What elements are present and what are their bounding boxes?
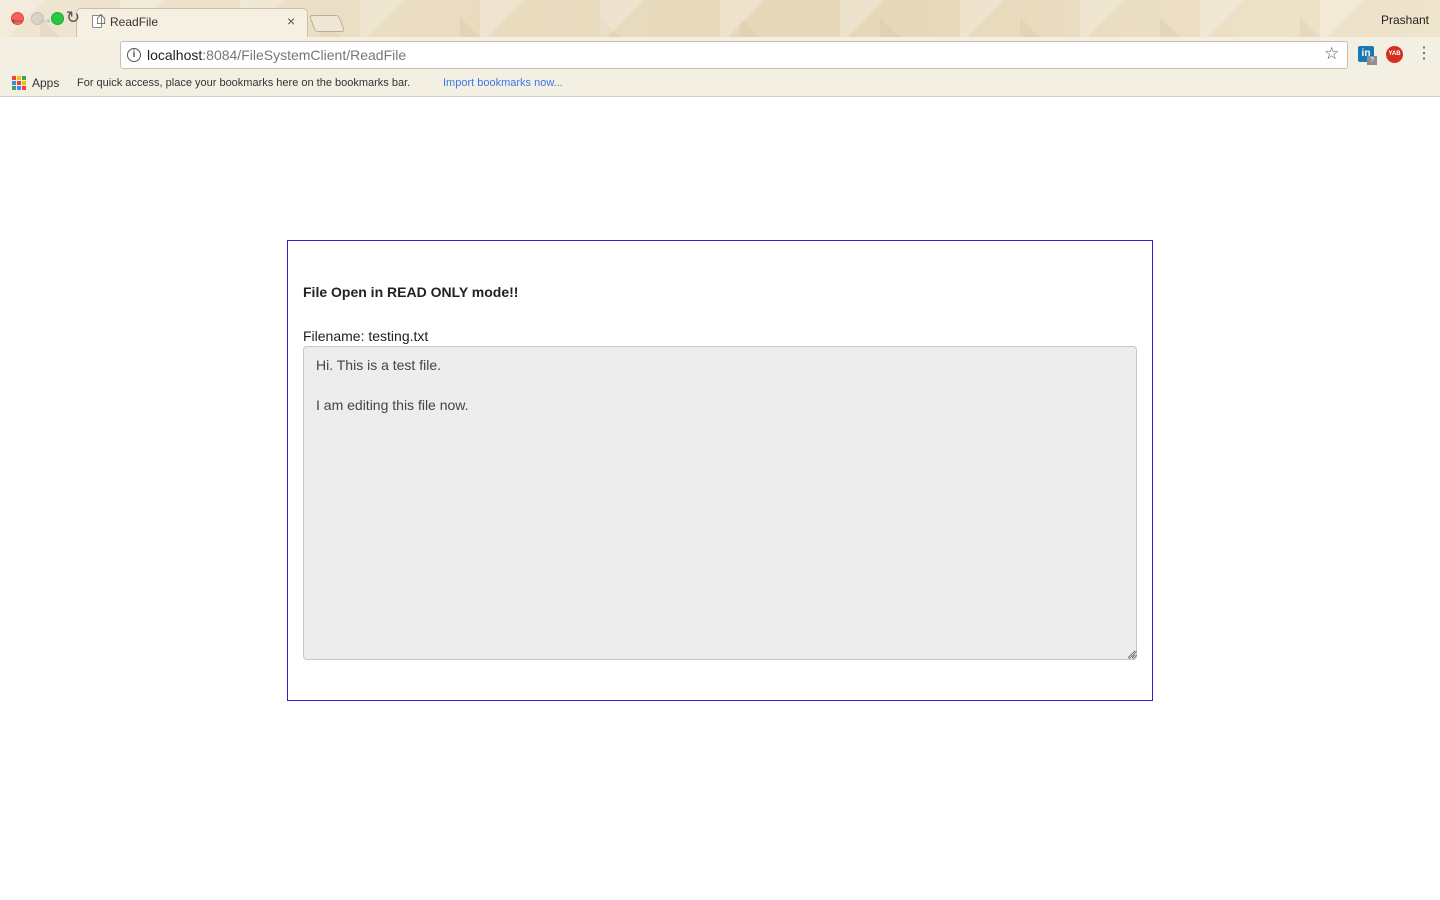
forward-arrow-icon[interactable]: → [34, 7, 56, 29]
read-file-panel: File Open in READ ONLY mode!! Filename: … [287, 240, 1153, 701]
page-heading: File Open in READ ONLY mode!! [303, 284, 519, 300]
bookmarks-hint: For quick access, place your bookmarks h… [77, 77, 411, 89]
bookmark-star-icon[interactable]: ☆ [1324, 44, 1339, 64]
apps-shortcut-label[interactable]: Apps [32, 76, 59, 90]
apps-grid-icon[interactable] [12, 76, 26, 90]
back-arrow-icon[interactable]: ← [6, 7, 28, 29]
url-path: :8084/FileSystemClient/ReadFile [202, 47, 407, 63]
home-icon[interactable]: ⌂ [90, 7, 112, 29]
linkedin-extension-badge: ? [1367, 56, 1377, 65]
tab-close-icon[interactable]: × [287, 13, 295, 29]
yab-extension-icon[interactable]: YAB [1386, 46, 1403, 63]
profile-name[interactable]: Prashant [1381, 13, 1429, 27]
new-tab-button[interactable] [308, 15, 346, 32]
reload-icon[interactable]: ↻ [62, 7, 84, 29]
file-content-textarea[interactable]: Hi. This is a test file. I am editing th… [303, 346, 1137, 660]
browser-menu-icon[interactable]: ⋮ [1416, 44, 1432, 64]
site-info-icon[interactable]: i [127, 48, 141, 62]
resize-handle-icon[interactable] [1129, 651, 1137, 659]
tab-title: ReadFile [110, 15, 159, 29]
url-text[interactable]: localhost:8084/FileSystemClient/ReadFile [147, 47, 406, 63]
filename-label: Filename: testing.txt [303, 328, 429, 344]
url-host: localhost [147, 47, 203, 63]
import-bookmarks-link[interactable]: Import bookmarks now... [443, 77, 563, 89]
